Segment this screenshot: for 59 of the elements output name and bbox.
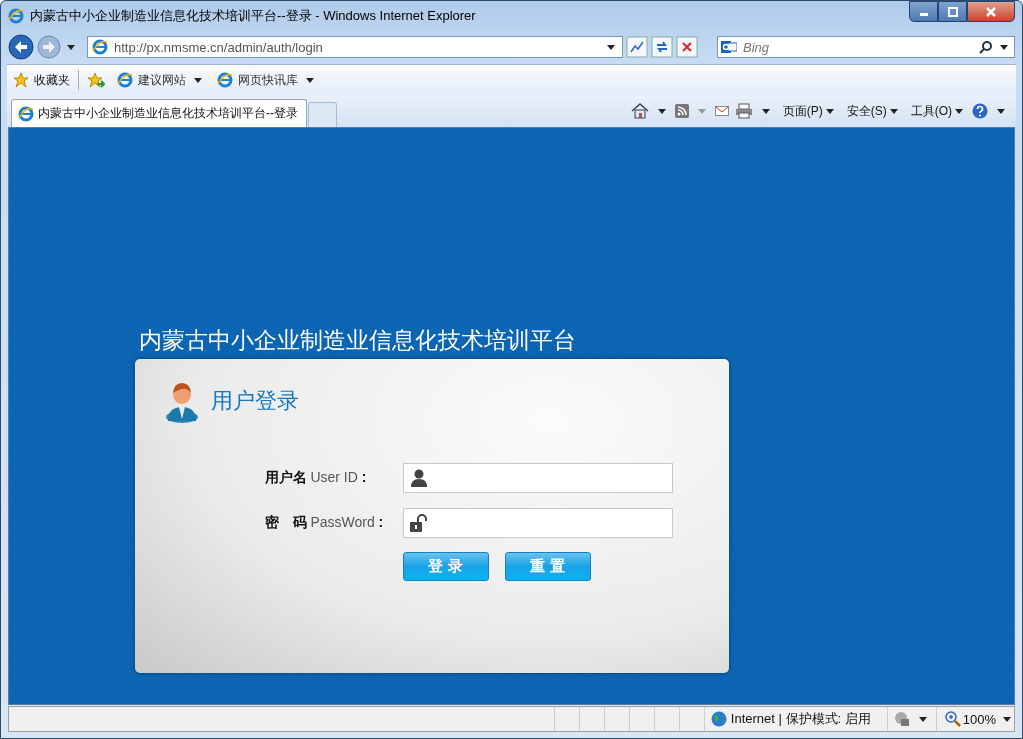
url-text: http://px.nmsme.cn/admin/auth/login	[114, 39, 324, 55]
caret-icon[interactable]	[955, 108, 963, 114]
close-icon[interactable]	[676, 36, 698, 58]
address-field[interactable]: http://px.nmsme.cn/admin/auth/login	[87, 36, 623, 58]
caret-icon[interactable]	[194, 77, 202, 83]
favorites-button[interactable]: 收藏夹	[13, 71, 70, 89]
caret-icon[interactable]	[889, 108, 898, 114]
favorites-link[interactable]: 网页快讯库	[217, 71, 317, 89]
globe-icon	[710, 711, 727, 727]
security-zone-text: Internet | 保护模式: 启用	[730, 710, 871, 728]
ie-logo-icon[interactable]	[8, 7, 24, 24]
star-icon[interactable]	[13, 72, 29, 88]
window-title: 内蒙古中小企业制造业信息化技术培训平台--登录 - Windows Internet Explorer	[30, 6, 477, 25]
zoom-icon[interactable]	[944, 711, 961, 727]
favorites-link[interactable]: 建议网站	[117, 71, 205, 89]
help-icon[interactable]	[972, 103, 988, 119]
panel-title: 用户登录	[210, 387, 299, 415]
ie-page-icon[interactable]	[117, 72, 133, 88]
caret-icon[interactable]	[657, 108, 666, 114]
maximize-icon[interactable]	[947, 6, 958, 17]
browser-tab[interactable]: 内蒙古中小企业制造业信息化技术培训平台--登录	[11, 99, 307, 127]
page-heading: 内蒙古中小企业制造业信息化技术培训平台	[137, 326, 577, 355]
caret-icon[interactable]	[1003, 716, 1011, 722]
ie-page-icon[interactable]	[217, 72, 233, 88]
password-field[interactable]	[402, 508, 673, 538]
search-box[interactable]: Bing	[717, 36, 1015, 58]
refresh-icon[interactable]	[651, 36, 673, 58]
mail-icon[interactable]	[714, 105, 729, 117]
caret-icon[interactable]	[1000, 44, 1008, 50]
close-button[interactable]	[967, 1, 1015, 22]
caret-icon[interactable]	[825, 108, 834, 114]
printer-icon[interactable]	[734, 103, 753, 119]
person-icon	[409, 469, 428, 487]
caret-icon[interactable]	[67, 44, 75, 50]
menu-button[interactable]: 安全(S)	[846, 102, 901, 120]
search-provider-icon[interactable]	[721, 39, 737, 55]
caret-icon[interactable]	[607, 44, 615, 50]
back-button-icon[interactable]	[8, 34, 34, 60]
padlock-icon	[409, 514, 428, 532]
caret-icon[interactable]	[997, 108, 1005, 114]
caret-icon[interactable]	[306, 77, 314, 83]
menu-button[interactable]: 工具(O)	[910, 102, 966, 120]
compatibility-view-icon[interactable]	[626, 36, 648, 58]
menu-button[interactable]: 页面(P)	[782, 102, 837, 120]
minimize-button[interactable]	[909, 1, 938, 22]
ie-page-icon[interactable]	[18, 105, 34, 122]
maximize-button[interactable]	[938, 1, 967, 22]
caret-icon[interactable]	[918, 716, 927, 722]
home-icon[interactable]	[630, 103, 649, 119]
zoom-button[interactable]: 100%	[935, 707, 1000, 731]
add-favorite-icon[interactable]	[87, 72, 105, 88]
caret-icon[interactable]	[761, 108, 770, 114]
field-label: 用户名 User ID :	[264, 469, 368, 487]
search-icon[interactable]	[979, 40, 993, 54]
ie-page-icon[interactable]	[92, 39, 108, 55]
username-field[interactable]	[402, 463, 673, 493]
field-label: 密 码 PassWord :	[264, 514, 385, 532]
feed-icon[interactable]	[674, 104, 689, 118]
search-field[interactable]: Bing	[741, 38, 975, 56]
